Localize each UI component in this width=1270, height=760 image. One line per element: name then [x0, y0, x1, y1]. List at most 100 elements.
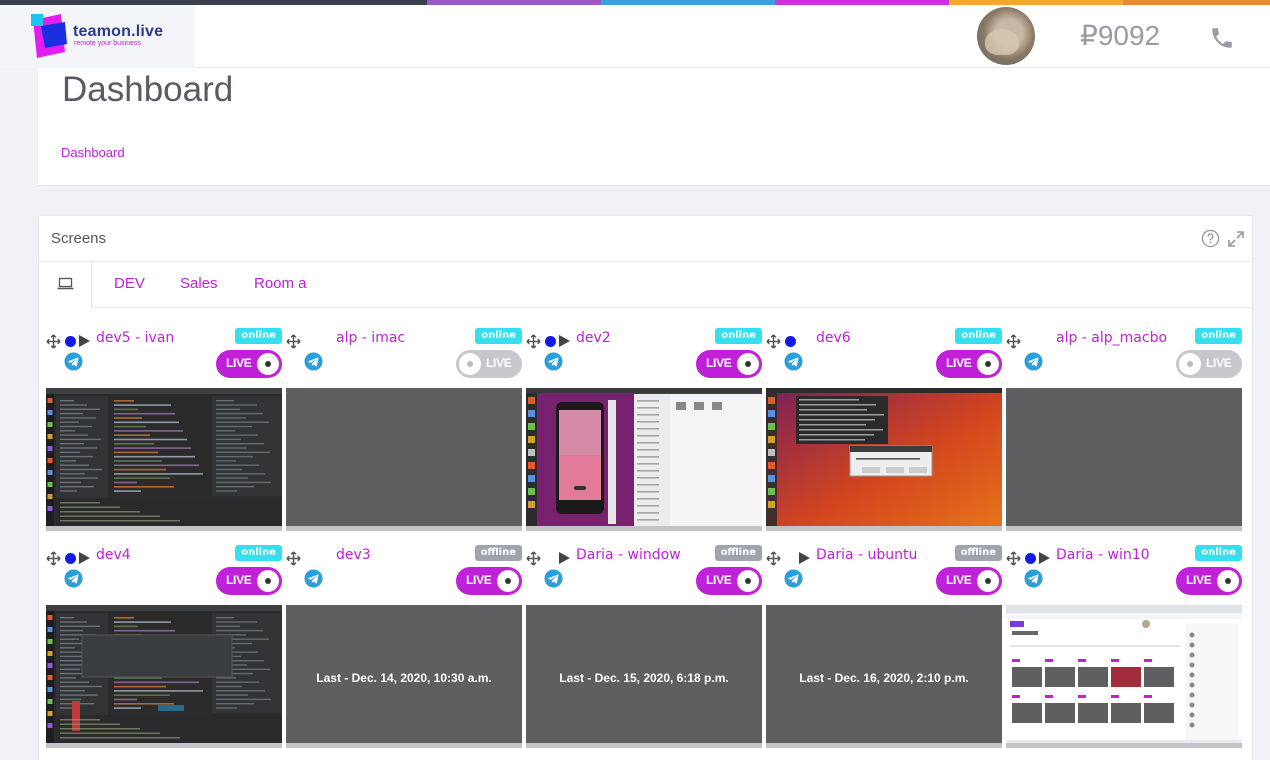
- screen-name[interactable]: dev2: [576, 330, 708, 346]
- drag-handle-icon[interactable]: [1006, 551, 1021, 566]
- tab-all-devices[interactable]: [39, 262, 92, 308]
- play-icon[interactable]: [1039, 552, 1050, 564]
- live-label: LIVE: [226, 573, 252, 587]
- telegram-icon[interactable]: [304, 569, 323, 588]
- screen-tile-header: alp - imac online LIVE: [286, 326, 522, 388]
- live-label: LIVE: [486, 356, 512, 370]
- drag-handle-icon[interactable]: [526, 334, 541, 349]
- live-toggle[interactable]: LIVE: [696, 350, 762, 378]
- screen-name[interactable]: alp - alp_macbo: [1056, 330, 1188, 346]
- toggle-knob: [1179, 353, 1201, 375]
- toggle-knob: [257, 353, 279, 375]
- drag-handle-icon[interactable]: [46, 551, 61, 566]
- screens-panel-title: Screens: [51, 230, 107, 247]
- live-toggle[interactable]: LIVE: [1176, 567, 1242, 595]
- drag-handle-icon[interactable]: [766, 551, 781, 566]
- thumbnail-bar: [46, 526, 282, 531]
- screen-tile-header: dev5 - ivan online LIVE: [46, 326, 282, 388]
- thumbnail-bar: [1006, 526, 1242, 531]
- toggle-knob: [977, 570, 999, 592]
- toggle-knob: [459, 353, 481, 375]
- play-icon[interactable]: [79, 552, 90, 564]
- screen-name[interactable]: dev6: [816, 330, 948, 346]
- screen-name[interactable]: dev3: [336, 547, 468, 563]
- screen-tile-header: Daria - ubuntu offline LIVE: [766, 543, 1002, 605]
- screen-name[interactable]: dev5 - ivan: [96, 330, 228, 346]
- live-toggle[interactable]: LIVE: [696, 567, 762, 595]
- telegram-icon[interactable]: [64, 352, 83, 371]
- telegram-icon[interactable]: [784, 569, 803, 588]
- screen-name[interactable]: Daria - window: [576, 547, 708, 563]
- play-icon[interactable]: [799, 552, 810, 564]
- play-icon[interactable]: [79, 335, 90, 347]
- play-icon[interactable]: [559, 335, 570, 347]
- screen-name[interactable]: dev4: [96, 547, 228, 563]
- drag-handle-icon[interactable]: [286, 334, 301, 349]
- screen-thumbnail[interactable]: [526, 388, 762, 531]
- expand-icon[interactable]: [1227, 230, 1245, 248]
- play-icon[interactable]: [559, 552, 570, 564]
- telegram-icon[interactable]: [304, 352, 323, 371]
- thumbnail-bar: [286, 743, 522, 748]
- thumbnail-image: [766, 388, 1002, 531]
- live-toggle[interactable]: LIVE: [1176, 350, 1242, 378]
- toggle-knob: [497, 570, 519, 592]
- screen-name[interactable]: Daria - win10: [1056, 547, 1188, 563]
- screen-tile: alp - imac online LIVE: [286, 326, 522, 536]
- user-avatar[interactable]: [977, 7, 1035, 65]
- telegram-icon[interactable]: [544, 569, 563, 588]
- screen-thumbnail[interactable]: Last - Dec. 16, 2020, 2:10 p.m.: [766, 605, 1002, 748]
- screen-tile: dev3 offline LIVE Last - Dec. 14, 2020, 10:…: [286, 543, 522, 753]
- screen-name[interactable]: Daria - ubuntu: [816, 547, 948, 563]
- screen-name[interactable]: alp - imac: [336, 330, 468, 346]
- tab-sales[interactable]: Sales: [180, 262, 218, 308]
- tab-dev[interactable]: DEV: [114, 262, 145, 308]
- help-icon[interactable]: [1201, 229, 1220, 248]
- phone-icon[interactable]: [1209, 25, 1235, 51]
- live-toggle[interactable]: LIVE: [216, 567, 282, 595]
- screen-tile: Daria - ubuntu offline LIVE Last - Dec. 16,…: [766, 543, 1002, 753]
- top-navbar: teamon.live remote your business ₽9092: [0, 5, 1270, 68]
- live-toggle[interactable]: LIVE: [456, 567, 522, 595]
- telegram-icon[interactable]: [544, 352, 563, 371]
- screen-thumbnail[interactable]: [766, 388, 1002, 531]
- telegram-icon[interactable]: [784, 352, 803, 371]
- last-seen-caption: Last - Dec. 15, 2020, 6:18 p.m.: [559, 671, 729, 685]
- drag-handle-icon[interactable]: [286, 551, 301, 566]
- telegram-icon[interactable]: [1024, 352, 1043, 371]
- screen-thumbnail[interactable]: Last - Dec. 14, 2020, 10:30 a.m.: [286, 605, 522, 748]
- live-label: LIVE: [706, 356, 732, 370]
- screen-thumbnail[interactable]: [46, 605, 282, 748]
- toggle-knob: [1217, 570, 1239, 592]
- logo[interactable]: teamon.live remote your business: [0, 5, 195, 68]
- screen-tile-header: dev2 online LIVE: [526, 326, 762, 388]
- live-toggle[interactable]: LIVE: [216, 350, 282, 378]
- screen-tile: Daria - window offline LIVE Last - Dec. 15,…: [526, 543, 762, 753]
- recording-dot-icon: [65, 553, 76, 564]
- drag-handle-icon[interactable]: [526, 551, 541, 566]
- drag-handle-icon[interactable]: [46, 334, 61, 349]
- live-label: LIVE: [226, 356, 252, 370]
- drag-handle-icon[interactable]: [1006, 334, 1021, 349]
- screen-tile: dev5 - ivan online LIVE: [46, 326, 282, 536]
- screen-thumbnail[interactable]: Last - Dec. 15, 2020, 6:18 p.m.: [526, 605, 762, 748]
- telegram-icon[interactable]: [1024, 569, 1043, 588]
- status-badge: offline: [954, 545, 1002, 561]
- drag-handle-icon[interactable]: [766, 334, 781, 349]
- screen-thumbnail[interactable]: [1006, 388, 1242, 531]
- live-toggle[interactable]: LIVE: [936, 350, 1002, 378]
- screen-thumbnail[interactable]: [286, 388, 522, 531]
- breadcrumb[interactable]: Dashboard: [61, 145, 125, 160]
- live-toggle[interactable]: LIVE: [456, 350, 522, 378]
- telegram-icon[interactable]: [64, 569, 83, 588]
- thumbnail-bar: [766, 743, 1002, 748]
- screen-thumbnail[interactable]: [46, 388, 282, 531]
- tab-room-a[interactable]: Room a: [254, 262, 307, 308]
- toggle-knob: [737, 570, 759, 592]
- balance[interactable]: ₽9092: [1080, 19, 1160, 52]
- screen-thumbnail[interactable]: [1006, 605, 1242, 748]
- live-toggle[interactable]: LIVE: [936, 567, 1002, 595]
- thumbnail-image: [46, 605, 282, 748]
- toggle-knob: [737, 353, 759, 375]
- screens-panel-header: Screens: [39, 216, 1252, 262]
